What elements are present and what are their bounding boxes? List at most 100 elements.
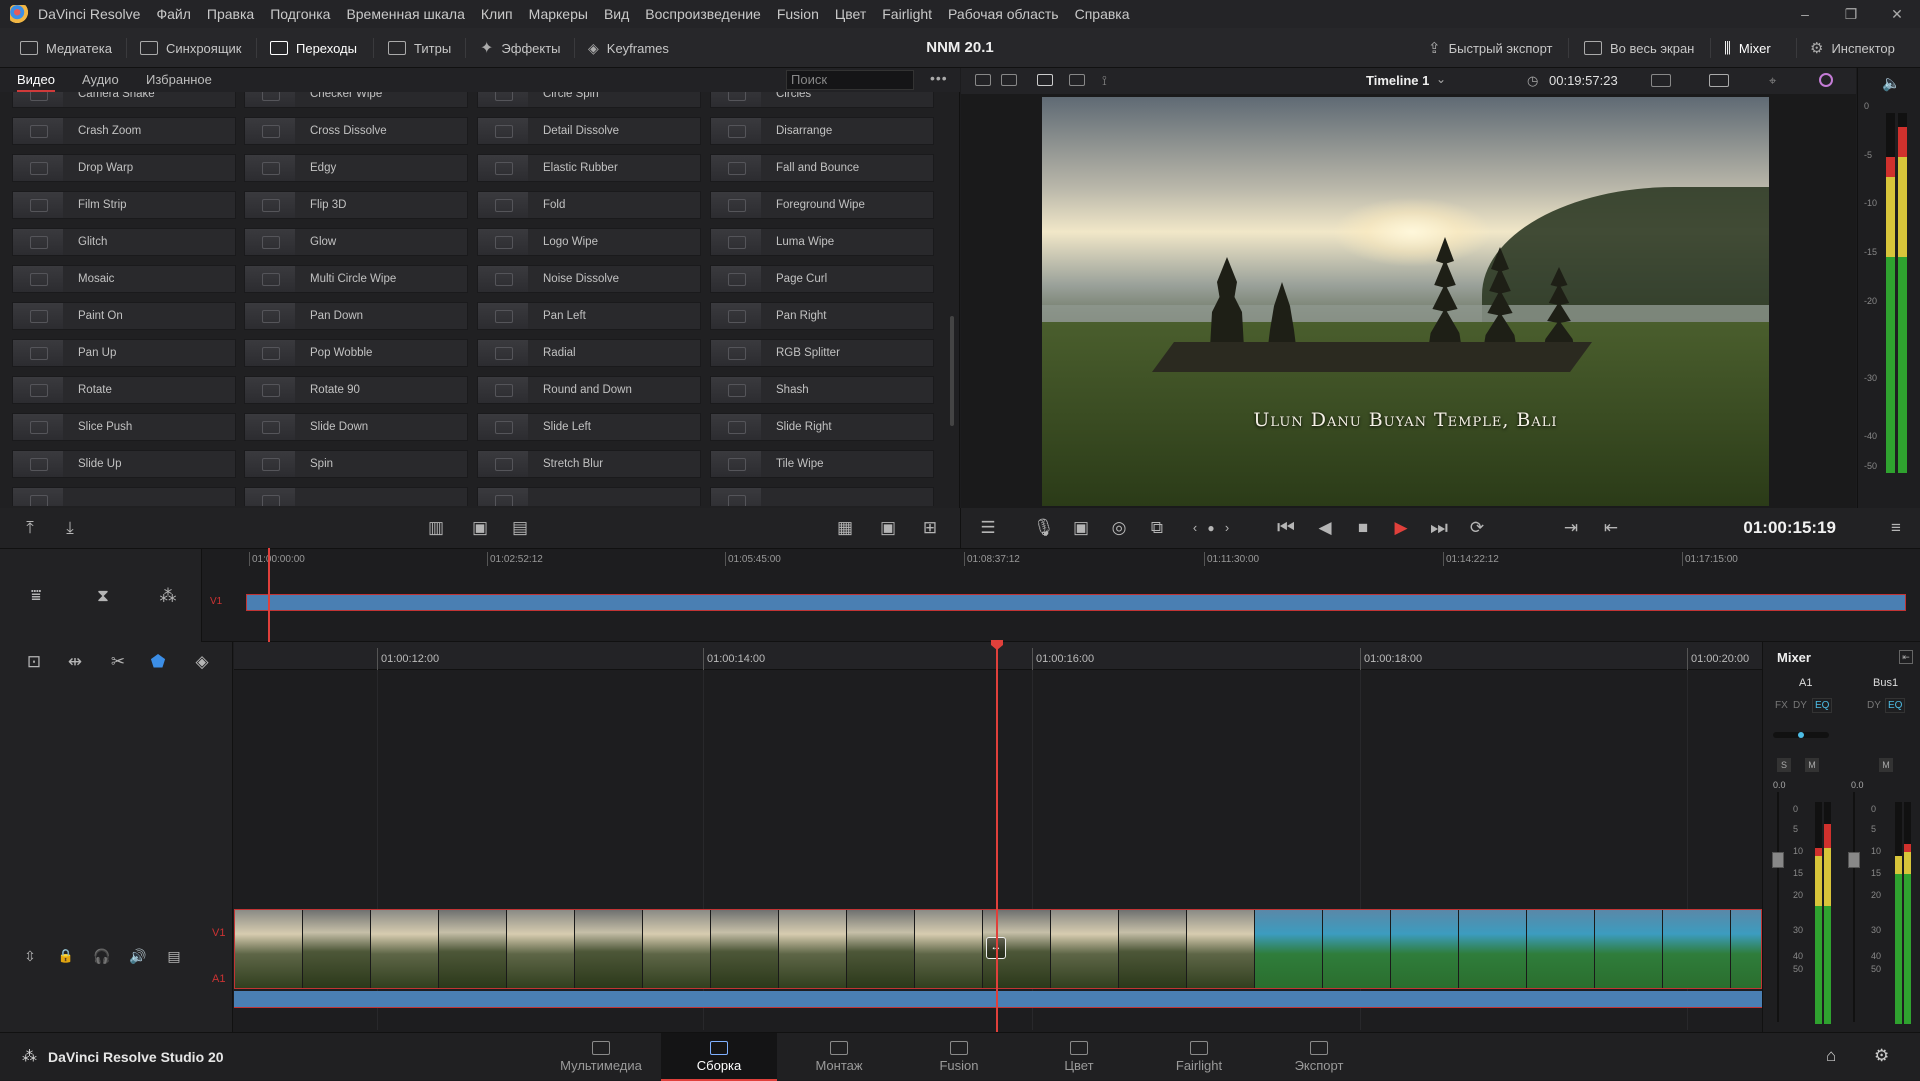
transition-item[interactable]: Circles xyxy=(710,92,934,108)
pin-icon[interactable]: ⟟ xyxy=(1102,73,1107,89)
transition-item[interactable]: Pan Left xyxy=(477,302,701,330)
page-edit[interactable]: Монтаж xyxy=(781,1033,897,1081)
video-preview[interactable]: Ulun Danu Buyan Temple, Bali xyxy=(1042,97,1769,506)
close-up-icon[interactable]: ▦ xyxy=(835,518,855,538)
speaker-icon[interactable]: 🔊 xyxy=(128,946,148,966)
hamburger-menu-icon[interactable]: ≡ xyxy=(1886,518,1906,538)
transition-item[interactable]: Slide Right xyxy=(710,413,934,441)
ripple-overwrite-icon[interactable]: ▣ xyxy=(878,518,898,538)
play-icon[interactable]: ▶ xyxy=(1391,518,1411,538)
bus-fader-knob[interactable] xyxy=(1848,852,1860,868)
options-menu-button[interactable]: ••• xyxy=(930,70,948,86)
bus-dynamics-button[interactable]: DY xyxy=(1867,700,1881,711)
source-overwrite-icon[interactable]: ⊞ xyxy=(920,518,940,538)
go-to-start-icon[interactable]: ⏮ xyxy=(1276,518,1296,538)
timeline-options-icon[interactable]: ⩸ xyxy=(26,586,46,606)
transitions-button[interactable]: Переходы xyxy=(270,28,357,68)
inspector-button[interactable]: ⚙ Инспектор xyxy=(1810,28,1895,68)
transition-item[interactable]: Stretch Blur xyxy=(477,450,701,478)
dual-view-icon[interactable]: ⧉ xyxy=(1147,518,1167,538)
transition-item[interactable]: Pan Up xyxy=(12,339,236,367)
mixer-button[interactable]: ⫼ Mixer xyxy=(1724,28,1771,68)
transition-item[interactable]: Rotate 90 xyxy=(244,376,468,404)
page-deliver[interactable]: Экспорт xyxy=(1261,1033,1377,1081)
maximize-button[interactable]: ❐ xyxy=(1828,0,1874,28)
tab-favorites[interactable]: Избранное xyxy=(146,68,212,92)
tab-video[interactable]: Видео xyxy=(17,68,55,92)
keyframes-button[interactable]: ◈ Keyframes xyxy=(588,28,669,68)
tab-audio[interactable]: Аудио xyxy=(82,68,119,92)
menu-file[interactable]: Файл xyxy=(148,6,198,22)
transition-item[interactable]: Logo Wipe xyxy=(477,228,701,256)
loop-icon[interactable]: ⟳ xyxy=(1467,518,1487,538)
upper-ruler[interactable]: 01:00:00:00 01:02:52:12 01:05:45:00 01:08:3… xyxy=(246,549,1920,567)
page-fusion[interactable]: Fusion xyxy=(901,1033,1017,1081)
transform-icon[interactable]: ⌖ xyxy=(1769,73,1776,89)
transition-item[interactable] xyxy=(710,487,934,506)
smart-insert-icon[interactable]: ▥ xyxy=(426,518,446,538)
grid-view-icon[interactable] xyxy=(1069,74,1085,86)
fx-button[interactable]: FX xyxy=(1775,700,1788,711)
lock-icon[interactable]: 🔒 xyxy=(56,946,76,966)
transition-item[interactable]: Slide Left xyxy=(477,413,701,441)
a1-fader-track[interactable] xyxy=(1777,792,1779,1022)
menu-view[interactable]: Вид xyxy=(596,6,637,22)
titles-button[interactable]: Титры xyxy=(388,28,451,68)
menu-edit[interactable]: Правка xyxy=(199,6,262,22)
timeline-selector[interactable]: Timeline 1 xyxy=(1366,68,1429,94)
menu-timeline[interactable]: Временная шкала xyxy=(338,6,472,22)
transition-item[interactable]: Round and Down xyxy=(477,376,701,404)
menu-color[interactable]: Цвет xyxy=(827,6,874,22)
transition-item[interactable]: Tile Wipe xyxy=(710,450,934,478)
transition-item[interactable]: Pop Wobble xyxy=(244,339,468,367)
transition-item[interactable]: Fold xyxy=(477,191,701,219)
safe-area-icon[interactable] xyxy=(975,74,991,86)
pan-knob[interactable] xyxy=(1798,732,1804,738)
menu-help[interactable]: Справка xyxy=(1067,6,1138,22)
bus-fader-track[interactable] xyxy=(1853,792,1855,1022)
keyframe-icon[interactable]: ◈ xyxy=(192,652,212,672)
in-point-icon[interactable]: ⇥ xyxy=(1561,518,1581,538)
transition-item[interactable]: Elastic Rubber xyxy=(477,154,701,182)
transition-item[interactable] xyxy=(477,487,701,506)
transition-item[interactable]: Detail Dissolve xyxy=(477,117,701,145)
speaker-icon[interactable]: 🔈 xyxy=(1882,74,1901,92)
page-fairlight[interactable]: Fairlight xyxy=(1141,1033,1257,1081)
page-cut[interactable]: Сборка xyxy=(661,1033,777,1081)
transition-item[interactable]: Mosaic xyxy=(12,265,236,293)
transition-item[interactable]: Rotate xyxy=(12,376,236,404)
dynamics-button[interactable]: DY xyxy=(1793,700,1807,711)
pan-control[interactable] xyxy=(1773,732,1829,738)
transition-item[interactable]: Cross Dissolve xyxy=(244,117,468,145)
transition-item[interactable]: Slide Up xyxy=(12,450,236,478)
transition-item[interactable]: Film Strip xyxy=(12,191,236,219)
headphones-icon[interactable]: 🎧 xyxy=(92,946,112,966)
playhead[interactable] xyxy=(996,642,998,1032)
razor-icon[interactable]: ✂ xyxy=(108,652,128,672)
poi-icon[interactable]: ◎ xyxy=(1109,518,1129,538)
tools-icon[interactable]: ☰ xyxy=(978,518,998,538)
viewer-mode-icon[interactable] xyxy=(1001,74,1017,86)
transition-item[interactable]: Disarrange xyxy=(710,117,934,145)
track-height-icon[interactable]: ⧗ xyxy=(93,586,113,606)
upper-playhead[interactable] xyxy=(268,548,270,642)
place-on-top-icon[interactable]: ▤ xyxy=(510,518,530,538)
effects-search-input[interactable]: Поиск xyxy=(786,70,914,90)
transition-item[interactable]: Slice Push xyxy=(12,413,236,441)
sync-bin-button[interactable]: Синхроящик xyxy=(140,28,241,68)
transition-item[interactable]: Glow xyxy=(244,228,468,256)
next-edit-icon[interactable]: › xyxy=(1217,518,1237,538)
transition-item[interactable]: Crash Zoom xyxy=(12,117,236,145)
transition-item[interactable]: Foreground Wipe xyxy=(710,191,934,219)
subtitle-icon[interactable]: ▤ xyxy=(164,946,184,966)
color-scope-icon[interactable] xyxy=(1819,73,1833,87)
out-point-icon[interactable]: ⇤ xyxy=(1601,518,1621,538)
marker-icon[interactable]: ⬟ xyxy=(148,652,168,672)
transition-item[interactable]: RGB Splitter xyxy=(710,339,934,367)
trim-end-icon[interactable]: ⤓ xyxy=(60,518,80,538)
transition-item[interactable] xyxy=(12,487,236,506)
page-color[interactable]: Цвет xyxy=(1021,1033,1137,1081)
menu-clip[interactable]: Клип xyxy=(473,6,521,22)
transition-item[interactable]: Slide Down xyxy=(244,413,468,441)
transition-item[interactable]: Radial xyxy=(477,339,701,367)
